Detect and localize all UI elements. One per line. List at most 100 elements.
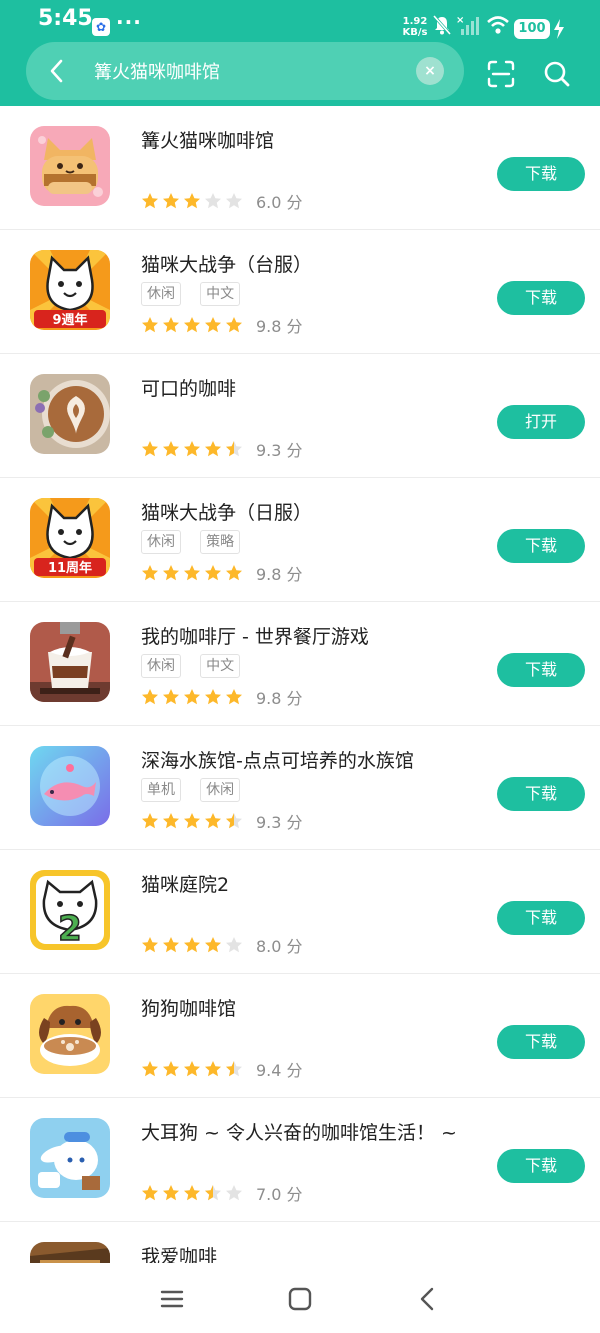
list-item[interactable]: 深海水族馆-点点可培养的水族馆 单机 休闲 9.3 分 下载 [0, 726, 600, 850]
tag-list: 单机 休闲 [141, 778, 254, 802]
list-item[interactable]: 我的咖啡厅 - 世界餐厅游戏 休闲 中文 9.8 分 下载 [0, 602, 600, 726]
download-button[interactable]: 下载 [497, 529, 585, 563]
home-icon[interactable] [284, 1283, 316, 1315]
star-half-icon [226, 441, 242, 457]
battle-cat-9-icon: 9週年 [30, 250, 110, 330]
download-button[interactable]: 下载 [497, 1149, 585, 1183]
cinnamoroll-icon [30, 1118, 110, 1198]
rating: 9.8 分 [141, 314, 303, 336]
network-speed: 1.92 KB/s [398, 16, 432, 38]
wifi-icon [487, 16, 509, 34]
app-name[interactable]: 可口的咖啡 [141, 374, 236, 401]
app-name[interactable]: 猫咪大战争（日服） [141, 498, 312, 525]
tag-list: 休闲 策略 [141, 530, 254, 554]
star-full-icon [205, 441, 221, 457]
star-full-icon [184, 813, 200, 829]
baidu-paw-icon: ✿ [92, 18, 110, 36]
star-full-icon [142, 813, 158, 829]
app-name[interactable]: 狗狗咖啡馆 [141, 994, 236, 1021]
search-bar[interactable]: 篝火猫咪咖啡馆 × [26, 42, 464, 100]
star-full-icon [184, 565, 200, 581]
rating: 9.3 分 [141, 438, 303, 460]
star-full-icon [205, 1061, 221, 1077]
tag-list: 休闲 中文 [141, 282, 254, 306]
list-item[interactable]: 11周年 猫咪大战争（日服） 休闲 策略 9.8 分 下载 [0, 478, 600, 602]
tag: 休闲 [141, 530, 181, 554]
battery-indicator: 100 [514, 19, 550, 39]
signal-icon: × [456, 15, 479, 35]
back-icon[interactable] [412, 1283, 444, 1315]
search-results-list: 篝火猫咪咖啡馆 6.0 分 下载 9週年 猫咪大战争（台服） 休闲 中文 9.8… [0, 106, 600, 1270]
star-full-icon [184, 441, 200, 457]
list-item[interactable]: 大耳狗 ~ 令人兴奋的咖啡馆生活！ ~ 7.0 分 下载 [0, 1098, 600, 1222]
star-full-icon [163, 813, 179, 829]
star-full-icon [226, 565, 242, 581]
star-full-icon [142, 565, 158, 581]
star-rating [141, 1184, 246, 1202]
status-time: 5:45 [38, 6, 93, 31]
star-full-icon [184, 937, 200, 953]
star-full-icon [163, 1185, 179, 1201]
star-full-icon [205, 813, 221, 829]
rating-score: 9.8 分 [256, 689, 303, 708]
rating: 9.8 分 [141, 686, 303, 708]
star-full-icon [163, 441, 179, 457]
list-item[interactable]: 9週年 猫咪大战争（台服） 休闲 中文 9.8 分 下载 [0, 230, 600, 354]
status-more-dots: ··· [116, 10, 142, 34]
svg-text:2: 2 [58, 909, 82, 949]
app-name[interactable]: 猫咪庭院2 [141, 870, 229, 897]
menu-icon[interactable] [156, 1283, 188, 1315]
tag: 单机 [141, 778, 181, 802]
star-empty-icon [205, 193, 221, 209]
star-rating [141, 440, 246, 458]
app-name[interactable]: 猫咪大战争（台服） [141, 250, 312, 277]
download-button[interactable]: 下载 [497, 777, 585, 811]
star-empty-icon [226, 1185, 242, 1201]
cat-toast-icon [30, 126, 110, 206]
list-item[interactable]: 篝火猫咪咖啡馆 6.0 分 下载 [0, 106, 600, 230]
star-full-icon [142, 1185, 158, 1201]
clear-search-button[interactable]: × [416, 57, 444, 85]
list-item[interactable]: 可口的咖啡 9.3 分 打开 [0, 354, 600, 478]
app-name[interactable]: 篝火猫咪咖啡馆 [141, 126, 274, 153]
star-full-icon [163, 565, 179, 581]
rating-score: 9.8 分 [256, 317, 303, 336]
system-nav-bar [0, 1263, 600, 1333]
star-empty-icon [226, 937, 242, 953]
network-speed-unit: KB/s [402, 27, 428, 38]
app-name[interactable]: 我的咖啡厅 - 世界餐厅游戏 [141, 622, 369, 649]
download-button[interactable]: 下载 [497, 901, 585, 935]
download-button[interactable]: 下载 [497, 1025, 585, 1059]
star-full-icon [226, 317, 242, 333]
star-full-icon [163, 937, 179, 953]
tag: 休闲 [141, 282, 181, 306]
star-full-icon [184, 1185, 200, 1201]
star-full-icon [184, 193, 200, 209]
back-arrow-icon[interactable] [42, 56, 72, 86]
download-button[interactable]: 下载 [497, 653, 585, 687]
scan-icon[interactable] [485, 58, 517, 90]
status-bar: 5:45 ✿ ··· 1.92 KB/s × 100 [0, 0, 600, 40]
app-name[interactable]: 深海水族馆-点点可培养的水族馆 [141, 746, 414, 773]
star-full-icon [184, 317, 200, 333]
list-item[interactable]: 狗狗咖啡馆 9.4 分 下载 [0, 974, 600, 1098]
search-input[interactable]: 篝火猫咪咖啡馆 [94, 58, 220, 84]
rating-score: 8.0 分 [256, 937, 303, 956]
cat-two-icon: 2 [30, 870, 110, 950]
rating-score: 9.8 分 [256, 565, 303, 584]
star-half-icon [226, 813, 242, 829]
app-name[interactable]: 大耳狗 ~ 令人兴奋的咖啡馆生活！ ~ [141, 1118, 457, 1145]
rating-score: 6.0 分 [256, 193, 303, 212]
list-item[interactable]: 2 猫咪庭院2 8.0 分 下载 [0, 850, 600, 974]
star-full-icon [163, 689, 179, 705]
network-speed-value: 1.92 [402, 16, 428, 27]
download-button[interactable]: 下载 [497, 157, 585, 191]
rating-score: 9.3 分 [256, 441, 303, 460]
latte-art-icon [30, 374, 110, 454]
search-icon[interactable] [541, 58, 573, 90]
star-full-icon [184, 689, 200, 705]
rating: 9.8 分 [141, 562, 303, 584]
star-rating [141, 688, 246, 706]
open-button[interactable]: 打开 [497, 405, 585, 439]
download-button[interactable]: 下载 [497, 281, 585, 315]
